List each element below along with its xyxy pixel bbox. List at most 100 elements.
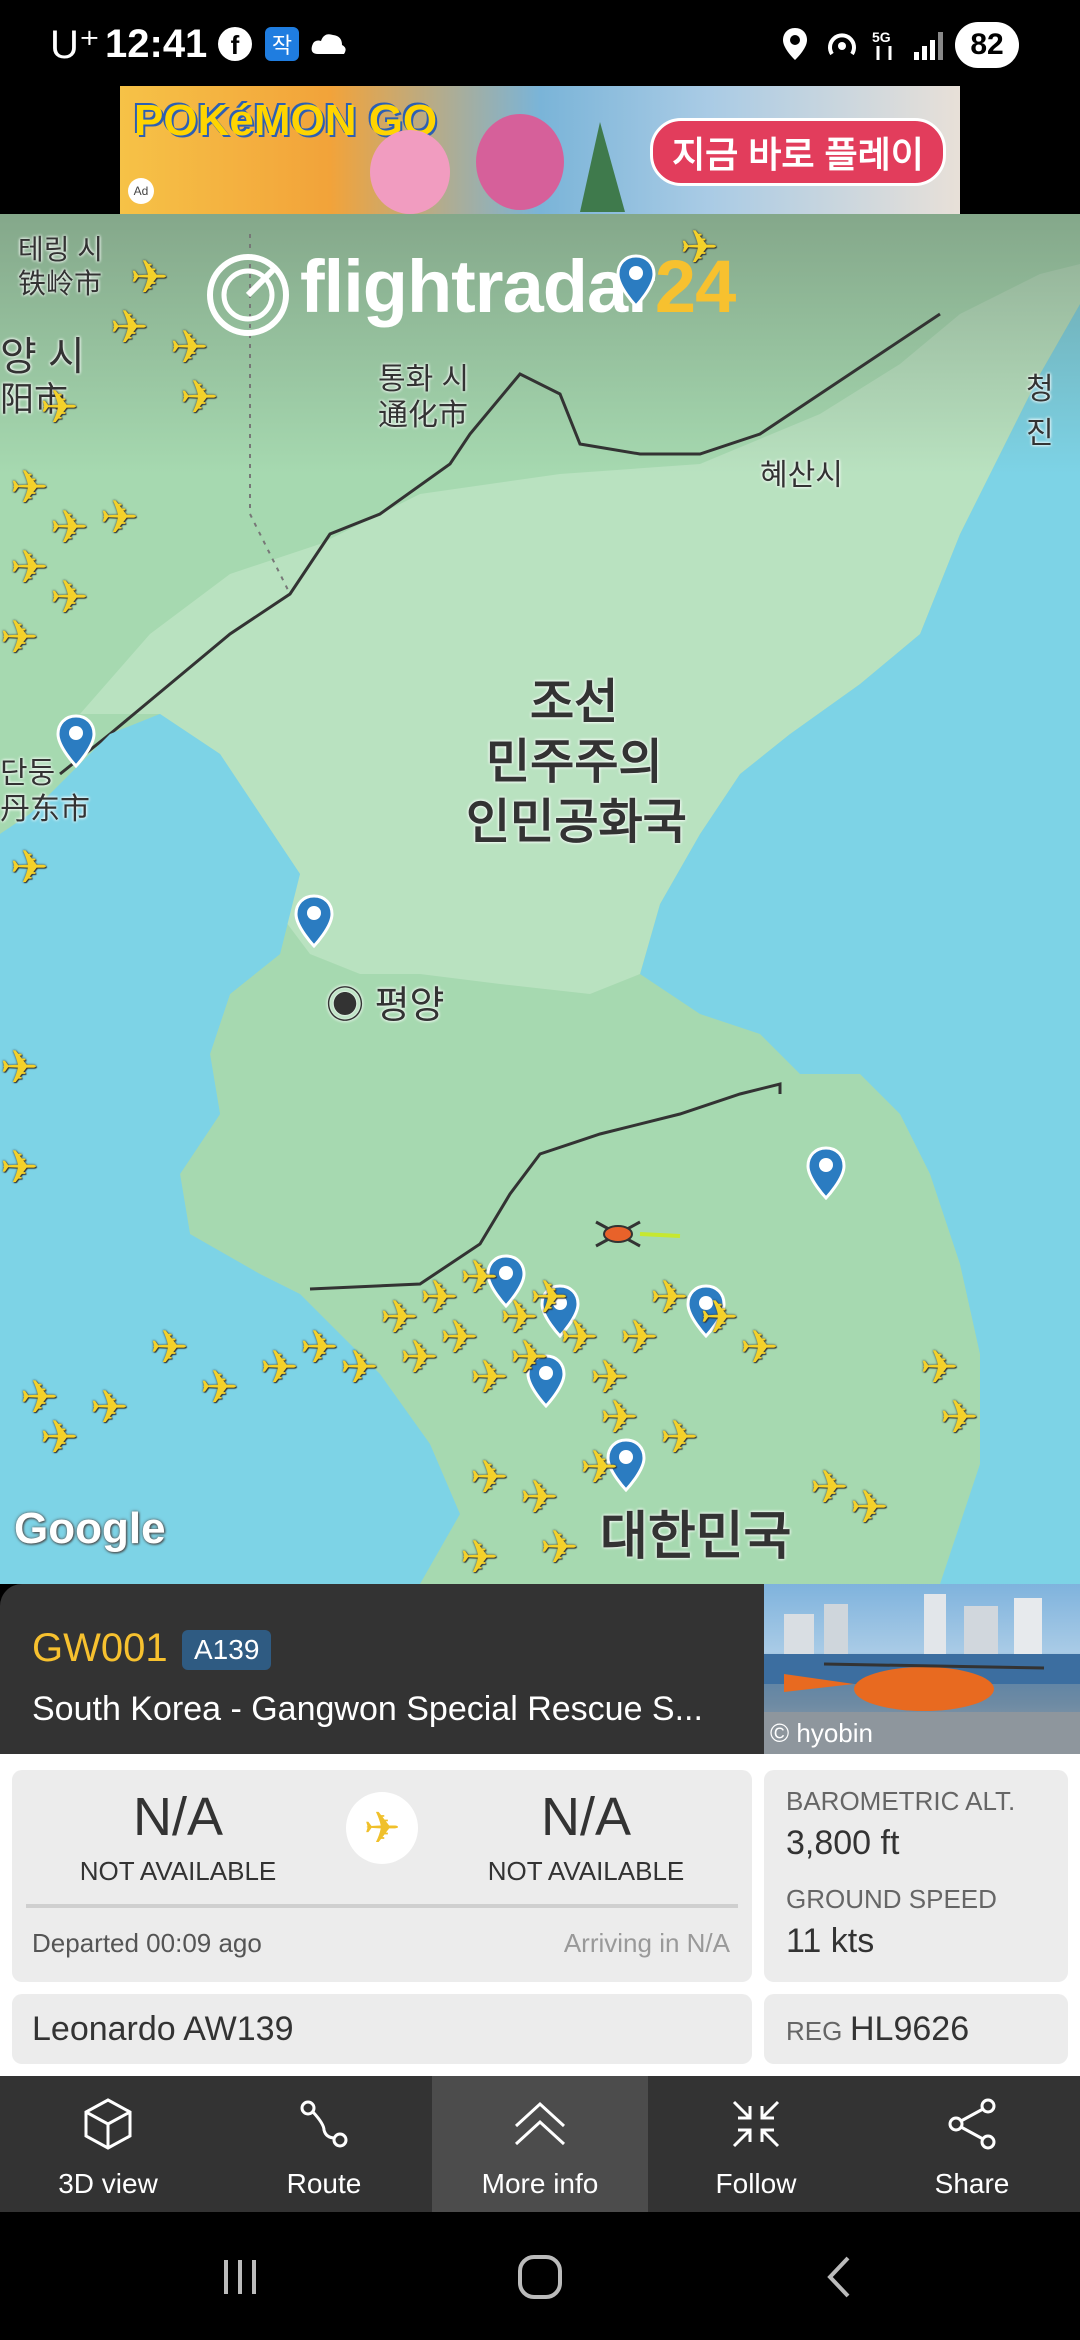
aircraft-icon[interactable]: ✈ xyxy=(470,1354,509,1400)
map-label-dandong-cn: 丹东市 xyxy=(0,793,90,826)
flight-map[interactable]: flightradar24 테링 시 铁岭市 양 시 阳市 통화 시 通化市 혜… xyxy=(0,214,1080,1584)
aircraft-icon[interactable]: ✈ xyxy=(680,224,719,270)
aircraft-icon[interactable]: ✈ xyxy=(340,1344,379,1390)
route-button[interactable]: Route xyxy=(216,2076,432,2212)
svg-text:작: 작 xyxy=(272,34,292,59)
flight-header[interactable]: GW001 A139 South Korea - Gangwon Special… xyxy=(0,1584,764,1754)
aircraft-icon[interactable]: ✈ xyxy=(260,1344,299,1390)
google-attribution[interactable]: Google xyxy=(14,1504,166,1554)
map-label-chongjin: 청진 xyxy=(1026,373,1054,450)
share-icon xyxy=(948,2098,996,2150)
aircraft-icon[interactable]: ✈ xyxy=(10,464,49,510)
carrier-label: U⁺ xyxy=(50,23,100,67)
bottom-toolbar: 3D view Route More info Follow Share xyxy=(0,2076,1080,2212)
aircraft-icon[interactable]: ✈ xyxy=(0,614,39,660)
3d-view-button[interactable]: 3D view xyxy=(0,2076,216,2212)
5g-icon: 5G xyxy=(872,29,892,60)
map-label-tonghua-cn: 通化市 xyxy=(378,399,468,432)
map-label-north-korea-3: 인민공화국 xyxy=(466,796,687,849)
aircraft-icon[interactable]: ✈ xyxy=(700,1294,739,1340)
ad-artwork xyxy=(370,114,625,214)
aircraft-icon[interactable]: ✈ xyxy=(50,504,89,550)
reg-value: HL9626 xyxy=(850,2010,970,2048)
aircraft-icon[interactable]: ✈ xyxy=(40,1414,79,1460)
baro-alt-value: 3,800 ft xyxy=(786,1824,900,1862)
radar-logo-icon xyxy=(207,254,289,336)
destination-code: N/A xyxy=(540,1787,632,1847)
aircraft-icon[interactable]: ✈ xyxy=(510,1334,549,1380)
more-info-button[interactable]: More info xyxy=(432,2076,648,2212)
location-icon xyxy=(783,28,807,60)
aircraft-icon[interactable]: ✈ xyxy=(110,304,149,350)
app-notification-icon: 작 xyxy=(265,27,299,61)
back-icon[interactable] xyxy=(810,2252,870,2302)
aircraft-icon[interactable]: ✈ xyxy=(650,1274,689,1320)
airport-pin-icon[interactable] xyxy=(56,714,96,768)
aircraft-icon[interactable]: ✈ xyxy=(100,494,139,540)
aircraft-icon[interactable]: ✈ xyxy=(540,1524,579,1570)
aircraft-icon[interactable]: ✈ xyxy=(580,1444,619,1490)
reg-label: REG xyxy=(786,2016,843,2046)
ad-cta-button[interactable]: 지금 바로 플레이 xyxy=(650,118,946,186)
aircraft-icon[interactable]: ✈ xyxy=(300,1324,339,1370)
status-bar: U⁺ 12:41 f 작 5G 82 xyxy=(0,0,1080,86)
aircraft-icon[interactable]: ✈ xyxy=(660,1414,699,1460)
flight-direction-icon: ✈ xyxy=(346,1792,418,1864)
aircraft-icon[interactable]: ✈ xyxy=(10,544,49,590)
share-button[interactable]: Share xyxy=(864,2076,1080,2212)
aircraft-icon[interactable]: ✈ xyxy=(50,574,89,620)
svg-text:5G: 5G xyxy=(872,29,891,45)
aircraft-icon[interactable]: ✈ xyxy=(400,1334,439,1380)
route-label: Route xyxy=(286,2168,362,2199)
svg-text:f: f xyxy=(231,30,240,60)
aircraft-icon[interactable]: ✈ xyxy=(180,374,219,420)
selected-helicopter-icon[interactable] xyxy=(592,1214,644,1254)
origin-code: N/A xyxy=(132,1787,224,1847)
system-nav-bar xyxy=(0,2212,1080,2340)
aircraft-icon[interactable]: ✈ xyxy=(470,1454,509,1500)
departed-time: Departed 00:09 ago xyxy=(32,1928,262,1958)
airport-pin-icon[interactable] xyxy=(806,1146,846,1200)
aircraft-icon[interactable]: ✈ xyxy=(0,1144,39,1190)
operator-name: South Korea - Gangwon Special Rescue S..… xyxy=(32,1690,703,1728)
chevron-up-icon xyxy=(514,2101,566,2146)
airport-pin-icon[interactable] xyxy=(616,254,656,308)
more-info-label: More info xyxy=(481,2168,599,2199)
aircraft-icon[interactable]: ✈ xyxy=(200,1364,239,1410)
airport-pin-icon[interactable] xyxy=(294,894,334,948)
home-icon[interactable] xyxy=(510,2252,570,2302)
aircraft-icon[interactable]: ✈ xyxy=(850,1484,889,1530)
cloud-icon xyxy=(311,34,346,54)
aircraft-icon[interactable]: ✈ xyxy=(460,1534,499,1580)
ground-speed-label: GROUND SPEED xyxy=(786,1884,997,1914)
follow-label: Follow xyxy=(715,2168,797,2199)
aircraft-icon[interactable]: ✈ xyxy=(40,384,79,430)
route-icon xyxy=(300,2100,348,2148)
flight-progress-bar xyxy=(26,1904,738,1908)
aircraft-icon[interactable]: ✈ xyxy=(920,1344,959,1390)
aircraft-icon[interactable]: ✈ xyxy=(10,844,49,890)
aircraft-icon[interactable]: ✈ xyxy=(170,324,209,370)
aircraft-icon[interactable]: ✈ xyxy=(600,1394,639,1440)
hotspot-icon xyxy=(828,33,856,56)
cube-icon xyxy=(84,2098,132,2150)
follow-button[interactable]: Follow xyxy=(648,2076,864,2212)
destination-name: NOT AVAILABLE xyxy=(487,1856,685,1886)
aircraft-icon[interactable]: ✈ xyxy=(810,1464,849,1510)
baro-alt-label: BAROMETRIC ALT. xyxy=(786,1786,1016,1816)
recent-apps-icon[interactable] xyxy=(210,2252,270,2302)
aircraft-icon[interactable]: ✈ xyxy=(130,254,169,300)
aircraft-icon[interactable]: ✈ xyxy=(740,1324,779,1370)
aircraft-icon[interactable]: ✈ xyxy=(90,1384,129,1430)
aircraft-icon[interactable]: ✈ xyxy=(0,1044,39,1090)
share-label: Share xyxy=(934,2168,1010,2199)
aircraft-icon[interactable]: ✈ xyxy=(460,1254,499,1300)
aircraft-icon[interactable]: ✈ xyxy=(150,1324,189,1370)
map-label-south-korea: 대한민국 xyxy=(600,1508,792,1566)
clock: 12:41 xyxy=(105,22,208,66)
map-label-tieling-cn: 铁岭市 xyxy=(18,268,103,299)
ad-banner[interactable]: POKéMON GO 지금 바로 플레이 Ad xyxy=(120,86,960,214)
aircraft-icon[interactable]: ✈ xyxy=(520,1474,559,1520)
ad-badge[interactable]: Ad xyxy=(128,178,154,204)
aircraft-icon[interactable]: ✈ xyxy=(940,1394,979,1440)
